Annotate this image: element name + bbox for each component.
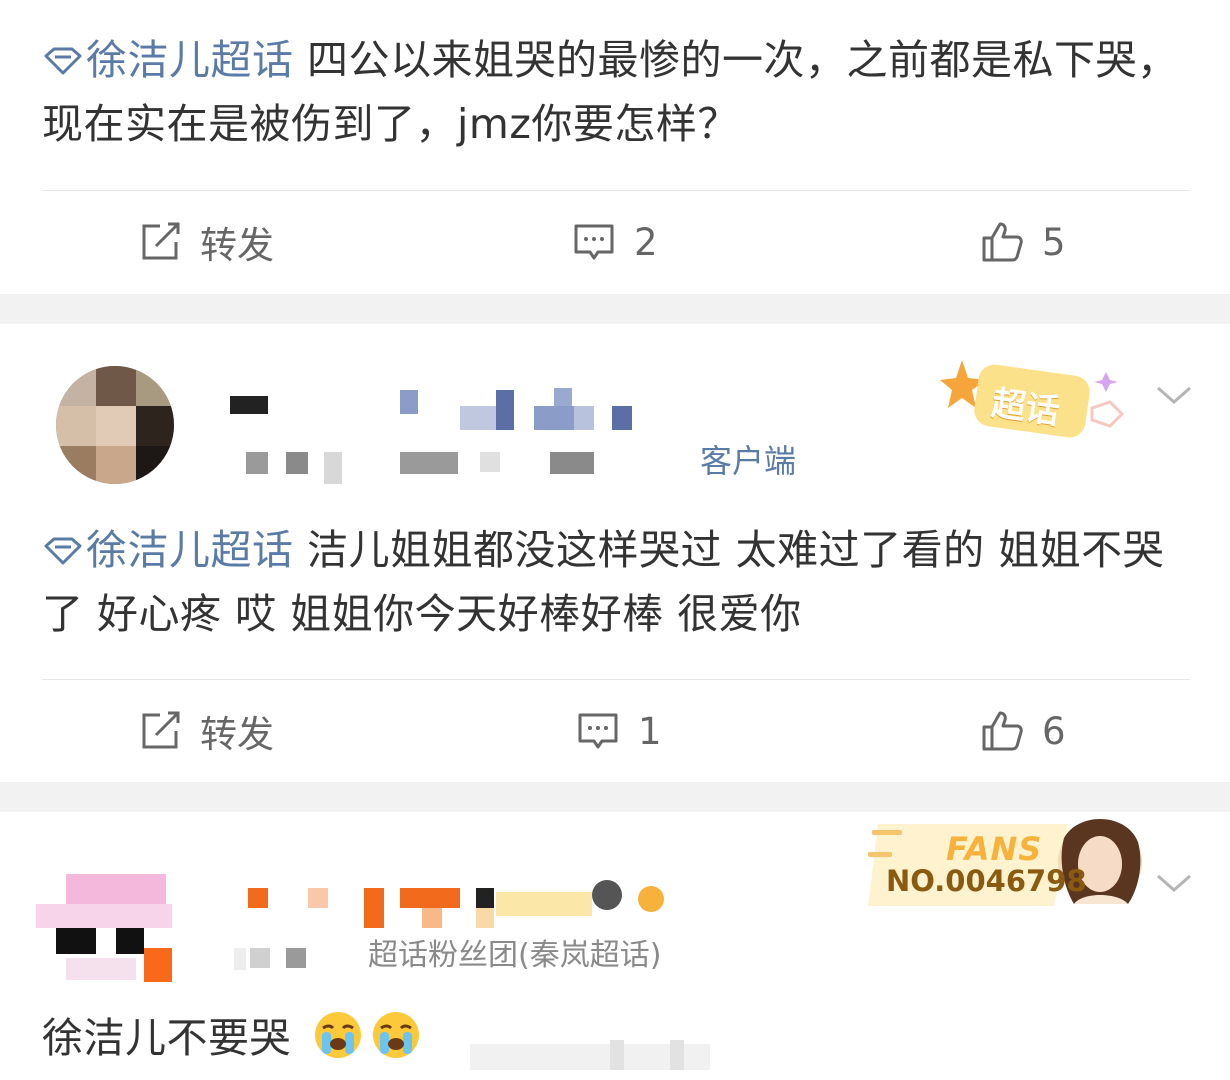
client-label: 客户端 <box>700 442 797 480</box>
post-body: 徐洁儿超话 洁儿姐姐都没这样哭过 太难过了看的 姐姐不哭了 好心疼 哎 姐姐你今… <box>42 518 1192 646</box>
crying-emoji-icon <box>314 1012 361 1058</box>
timestamp-blurred <box>240 446 620 486</box>
fans-badge[interactable]: FANS NO.0046798 <box>868 812 1150 912</box>
repost-icon <box>142 711 180 749</box>
post-card-2: 客户端 超话 徐洁儿超话 洁儿姐姐都没这样哭过 太难过了看的 姐姐不哭了 好心疼… <box>0 324 1230 782</box>
post-card-3: 超话粉丝团(秦岚超话) FANS NO.0046798 徐洁儿不要哭 <box>0 812 1230 1080</box>
repost-button[interactable]: 转发 <box>138 192 274 292</box>
separator <box>0 782 1230 812</box>
fan-meta-blurred <box>230 942 360 982</box>
like-count: 5 <box>1042 220 1066 264</box>
like-icon <box>982 711 1023 751</box>
chaohua-badge[interactable]: 超话 <box>940 352 1140 448</box>
topic-link[interactable]: 徐洁儿超话 <box>42 526 294 574</box>
chevron-down-icon[interactable] <box>1154 382 1194 408</box>
chaohua-badge-label: 超话 <box>989 383 1062 433</box>
comment-count: 1 <box>638 709 662 753</box>
like-button[interactable]: 6 <box>980 681 1066 781</box>
action-bar: 转发 1 6 <box>0 681 1230 781</box>
repost-label: 转发 <box>200 224 274 267</box>
chevron-down-icon[interactable] <box>1154 870 1194 896</box>
trailing-blurred <box>470 1040 770 1076</box>
comment-icon <box>578 713 618 749</box>
topic-diamond-icon <box>44 537 82 565</box>
post-body: 徐洁儿超话 四公以来姐哭的最惨的一次，之前都是私下哭，现在实在是被伤到了，jmz… <box>42 28 1192 156</box>
topic-link[interactable]: 徐洁儿超话 <box>42 36 294 84</box>
separator <box>0 294 1230 324</box>
comment-button[interactable]: 2 <box>572 192 658 292</box>
post-card-1: 徐洁儿超话 四公以来姐哭的最惨的一次，之前都是私下哭，现在实在是被伤到了，jmz… <box>0 0 1230 294</box>
comment-icon <box>574 224 614 260</box>
like-icon <box>982 222 1023 262</box>
comment-count: 2 <box>634 220 658 264</box>
comment-button[interactable]: 1 <box>576 681 662 781</box>
post-text: 徐洁儿不要哭 <box>42 1014 291 1062</box>
repost-button[interactable]: 转发 <box>138 681 274 781</box>
like-button[interactable]: 5 <box>980 192 1066 292</box>
action-bar: 转发 2 5 <box>0 192 1230 292</box>
divider <box>42 679 1190 680</box>
repost-label: 转发 <box>200 713 274 756</box>
topic-label: 徐洁儿超话 <box>86 36 294 84</box>
avatar[interactable] <box>56 366 174 484</box>
fan-meta: 超话粉丝团(秦岚超话) <box>368 938 662 973</box>
crying-emoji-icon <box>372 1012 419 1058</box>
avatar[interactable] <box>36 868 172 990</box>
topic-label: 徐洁儿超话 <box>86 526 294 574</box>
username-blurred[interactable] <box>240 876 680 932</box>
fans-label: FANS <box>946 830 1043 868</box>
fans-number: NO.0046798 <box>886 864 1087 898</box>
divider <box>42 190 1190 191</box>
repost-icon <box>142 222 180 260</box>
topic-diamond-icon <box>44 47 82 75</box>
like-count: 6 <box>1042 709 1066 753</box>
username-blurred[interactable] <box>200 380 640 434</box>
